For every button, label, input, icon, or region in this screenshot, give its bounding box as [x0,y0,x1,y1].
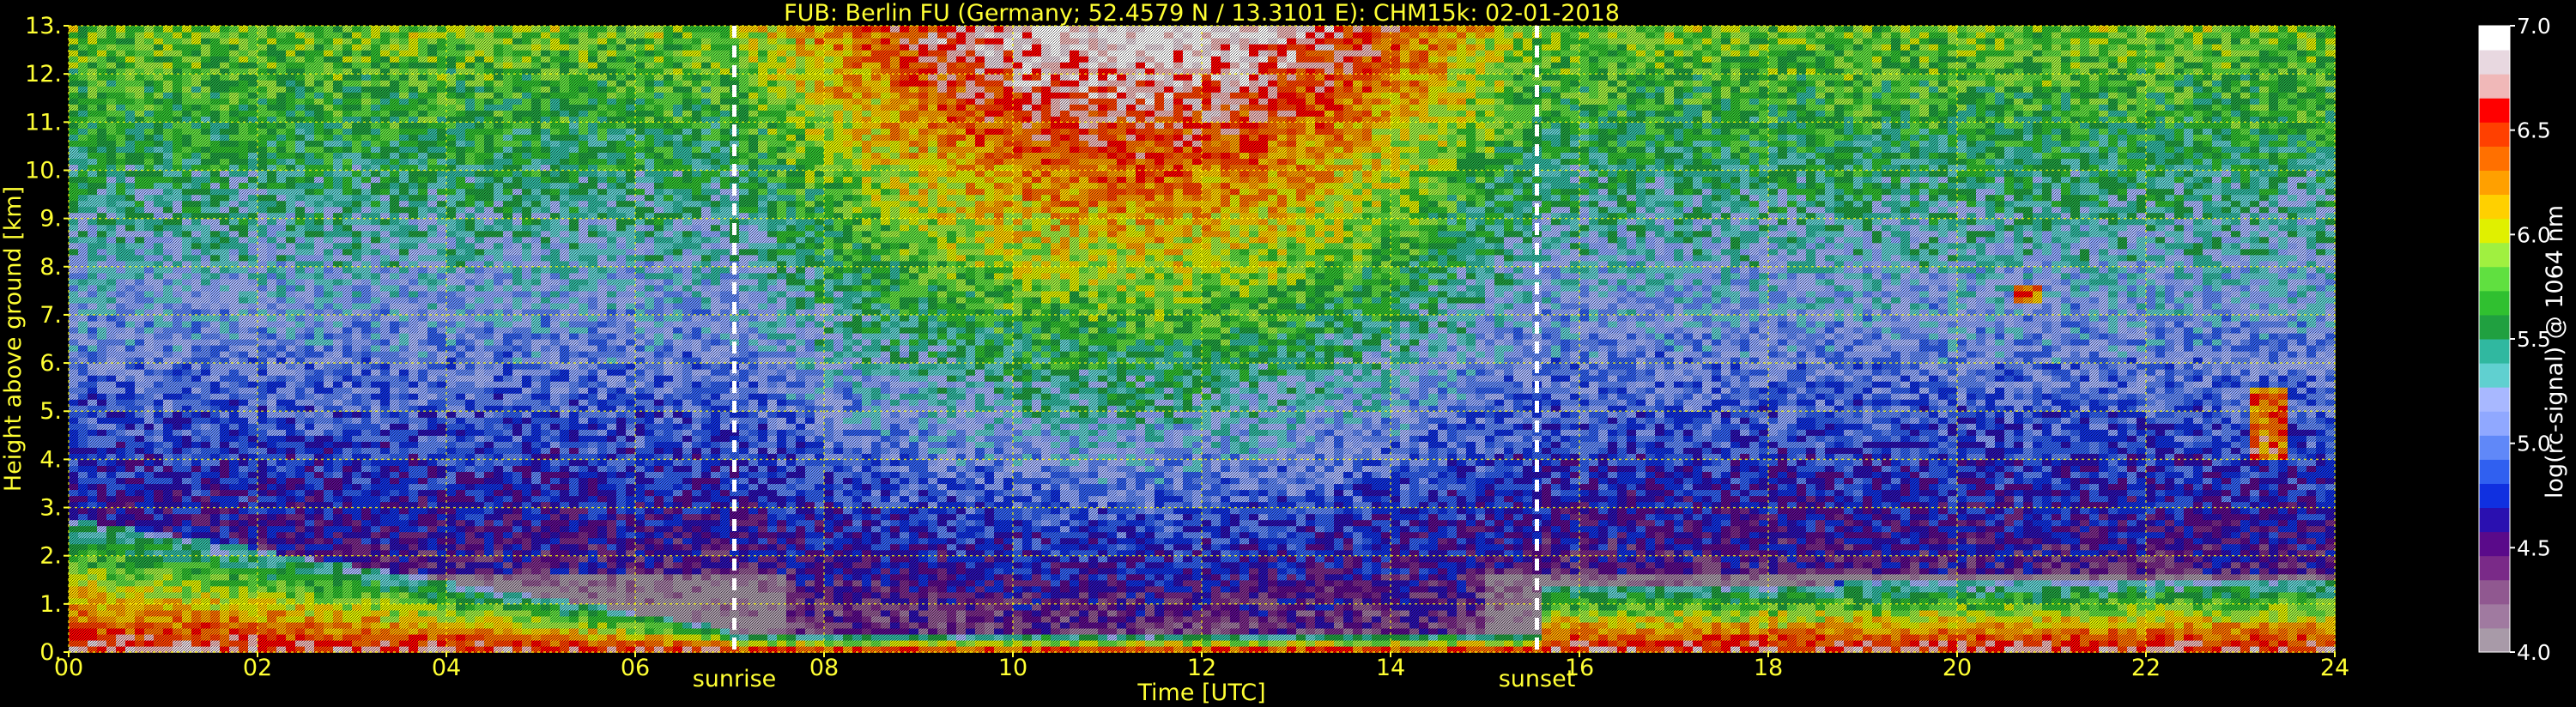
colorbar-tick-label: 7.0 [2517,14,2551,39]
y-tick-label: 2. [39,543,62,570]
x-tick-label: 20 [1943,655,1972,681]
x-tick-label: 12 [1187,655,1216,681]
colorbar-segment [2479,579,2510,605]
colorbar-tick-label: 4.5 [2517,535,2551,560]
x-tick-label: 16 [1565,655,1594,681]
colorbar-segment [2479,50,2510,75]
y-tick-label: 8. [39,254,62,281]
colorbar-tick-label: 6.5 [2517,118,2551,143]
x-tick-label: 10 [998,655,1027,681]
colorbar-segment [2479,459,2510,484]
y-tick-label: 12. [25,61,62,88]
colorbar-segment [2479,242,2510,268]
x-axis-label: Time [UTC] [1136,680,1265,706]
colorbar-segment [2479,339,2510,364]
colorbar-segment [2479,290,2510,316]
colorbar-segment [2479,627,2510,653]
y-tick-label: 9. [39,206,62,233]
colorbar-segment [2479,146,2510,171]
x-tick-label: 02 [243,655,272,681]
y-tick-label: 6. [39,350,62,377]
y-tick-label: 13. [25,13,62,39]
x-tick-label: 06 [621,655,650,681]
y-tick-label: 1. [39,591,62,618]
colorbar-segment [2479,363,2510,388]
x-tick-label: 24 [2320,655,2349,681]
chart-title: FUB: Berlin FU (Germany; 52.4579 N / 13.… [784,0,1620,27]
colorbar-segment [2479,98,2510,123]
colorbar-segment [2479,387,2510,412]
colorbar-segment [2479,122,2510,147]
colorbar-segment [2479,74,2510,99]
colorbar-segment [2479,26,2510,51]
plot-area: sunrise sunset [68,25,2336,692]
colorbar-segment [2479,603,2510,629]
x-tick-label: 04 [432,655,461,681]
x-tick-label: 14 [1376,655,1405,681]
colorbar-segment [2479,194,2510,220]
colorbar-segment [2479,507,2510,533]
y-tick-label: 0. [39,639,62,666]
marker-label-sunrise: sunrise [693,666,777,692]
x-tick-label: 22 [2131,655,2161,681]
colorbar-segment [2479,218,2510,244]
y-tick-label: 7. [39,302,62,329]
colorbar-segment [2479,266,2510,292]
y-tick-label: 3. [39,495,62,522]
x-tick-label: 18 [1754,655,1783,681]
colorbar-segment [2479,170,2510,196]
colorbar-segment [2479,555,2510,581]
colorbar-label: log(rc-signal) @ 1064 nm [2542,205,2568,499]
colorbar-segment [2479,411,2510,436]
colorbar-tick-label: 4.0 [2517,640,2551,665]
y-tick-label: 5. [39,398,62,425]
y-tick-label: 11. [25,109,62,136]
y-tick-label: 10. [25,157,62,184]
colorbar-segment [2479,531,2510,557]
y-tick-label: 4. [39,446,62,473]
x-tick-label: 08 [809,655,839,681]
y-axis-label: Height above ground [km] [0,186,27,492]
lidar-quicklook-chart: FUB: Berlin FU (Germany; 52.4579 N / 13.… [0,0,2576,707]
colorbar-segment [2479,435,2510,460]
colorbar-segment [2479,483,2510,509]
colorbar-segment [2479,314,2510,340]
